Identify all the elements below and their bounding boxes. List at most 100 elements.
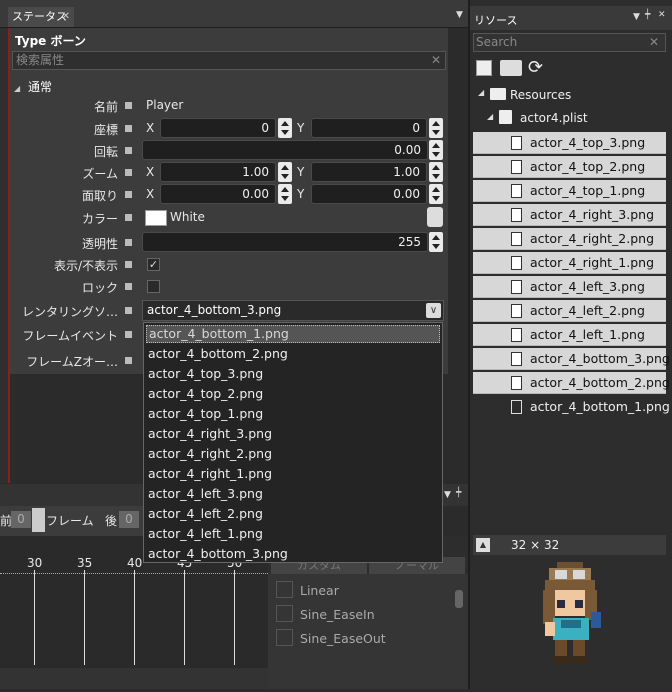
next-frames-input[interactable]: 0 bbox=[119, 511, 139, 528]
dropdown-option[interactable]: actor_4_right_1.png bbox=[148, 464, 272, 484]
zoom-x-spinner[interactable] bbox=[278, 162, 292, 182]
keyframe-icon[interactable] bbox=[125, 191, 132, 198]
dropdown-option[interactable]: actor_4_right_2.png bbox=[148, 444, 272, 464]
collapse-icon[interactable]: ◢ bbox=[14, 84, 20, 93]
frame-label: フレーム bbox=[46, 514, 94, 528]
keyframe-icon[interactable] bbox=[125, 357, 132, 364]
image-file-icon bbox=[511, 256, 522, 270]
pin-icon[interactable]: ┿ bbox=[645, 10, 650, 20]
chevron-down-icon[interactable]: ▼ bbox=[633, 12, 640, 22]
easing-item-linear[interactable]: Linear bbox=[300, 583, 339, 598]
zoom-x-input[interactable]: 1.00 bbox=[160, 162, 276, 182]
position-x-input[interactable]: 0 bbox=[160, 118, 276, 138]
dropdown-option[interactable]: actor_4_bottom_2.png bbox=[148, 344, 288, 364]
resource-file-item[interactable]: actor_4_right_3.png bbox=[473, 204, 666, 226]
resource-file-item[interactable]: actor_4_left_2.png bbox=[473, 300, 666, 322]
resource-file-item[interactable]: actor_4_right_2.png bbox=[473, 228, 666, 250]
color-picker-button[interactable] bbox=[427, 207, 443, 227]
dropdown-option[interactable]: actor_4_bottom_1.png bbox=[146, 325, 440, 343]
resource-search-input[interactable]: Search ✕ bbox=[473, 33, 666, 52]
keyframe-icon[interactable] bbox=[125, 102, 132, 109]
skew-y-input[interactable]: 0.00 bbox=[311, 184, 427, 204]
dropdown-option[interactable]: actor_4_left_2.png bbox=[148, 504, 263, 524]
keyframe-icon[interactable] bbox=[125, 125, 132, 132]
resource-file-item[interactable]: actor_4_bottom_2.png bbox=[473, 372, 670, 394]
clear-icon[interactable]: ✕ bbox=[431, 52, 441, 69]
lock-checkbox[interactable] bbox=[147, 280, 160, 293]
name-value[interactable]: Player bbox=[146, 98, 183, 112]
collapse-icon[interactable]: ▲ bbox=[476, 538, 490, 552]
refresh-icon[interactable]: ⟳ bbox=[528, 57, 543, 78]
resource-file-item[interactable]: actor_4_top_1.png bbox=[473, 180, 666, 202]
prev-frames-input[interactable]: 0 bbox=[11, 511, 31, 528]
keyframe-icon[interactable] bbox=[125, 283, 132, 290]
property-search-input[interactable]: 検索属性 ✕ bbox=[12, 51, 446, 70]
dropdown-option[interactable]: actor_4_left_3.png bbox=[148, 484, 263, 504]
tab-status[interactable]: ステータス ✕ bbox=[8, 7, 74, 27]
easing-item-sine-ease-out[interactable]: Sine_EaseOut bbox=[300, 631, 386, 646]
expand-icon[interactable]: ◢ bbox=[487, 112, 493, 121]
dropdown-option[interactable]: actor_4_right_3.png bbox=[148, 424, 272, 444]
visible-checkbox[interactable]: ✓ bbox=[147, 258, 160, 271]
color-swatch[interactable] bbox=[145, 210, 167, 226]
image-file-icon bbox=[511, 280, 522, 294]
opacity-spinner[interactable] bbox=[429, 232, 443, 252]
keyframe-icon[interactable] bbox=[125, 169, 132, 176]
opacity-input[interactable]: 255 bbox=[142, 232, 428, 252]
next-label: 後 bbox=[105, 514, 118, 528]
file-name: actor_4_top_3.png bbox=[530, 135, 646, 150]
resource-file-item[interactable]: actor_4_right_1.png bbox=[473, 252, 666, 274]
zoom-x-label: X bbox=[146, 165, 155, 179]
rotation-input[interactable]: 0.00 bbox=[142, 140, 428, 160]
resource-file-item[interactable]: actor_4_bottom_3.png bbox=[473, 348, 670, 370]
frame-z-label: フレームZオー… bbox=[26, 355, 118, 369]
position-x-spinner[interactable] bbox=[278, 118, 292, 138]
chevron-down-icon[interactable]: ▼ bbox=[444, 490, 451, 500]
folder-icon[interactable] bbox=[500, 60, 522, 76]
chevron-down-icon[interactable]: ▼ bbox=[456, 10, 463, 20]
dropdown-option[interactable]: actor_4_top_3.png bbox=[148, 364, 263, 384]
keyframe-icon[interactable] bbox=[125, 239, 132, 246]
dropdown-option[interactable]: actor_4_left_1.png bbox=[148, 524, 263, 544]
type-label: Type bbox=[15, 34, 47, 48]
position-y-input[interactable]: 0 bbox=[311, 118, 427, 138]
section-header[interactable]: ◢ 通常 bbox=[14, 78, 52, 95]
close-icon[interactable]: ✕ bbox=[658, 10, 666, 20]
dropdown-option[interactable]: actor_4_bottom_3.png bbox=[148, 544, 288, 564]
keyframe-icon[interactable] bbox=[125, 147, 132, 154]
new-file-icon[interactable] bbox=[476, 60, 492, 76]
render-select[interactable]: actor_4_bottom_3.png ∨ bbox=[142, 300, 444, 321]
easing-item-sine-ease-in[interactable]: Sine_EaseIn bbox=[300, 607, 375, 622]
zoom-y-input[interactable]: 1.00 bbox=[311, 162, 427, 182]
resource-file-item[interactable]: actor_4_top_3.png bbox=[473, 132, 666, 154]
easing-scrollbar[interactable] bbox=[455, 590, 463, 608]
timeline-scrollbar[interactable] bbox=[0, 668, 268, 689]
expand-icon[interactable]: ◢ bbox=[478, 88, 484, 97]
skew-x-spinner[interactable] bbox=[278, 184, 292, 204]
tree-root[interactable]: Resources bbox=[510, 88, 571, 102]
clear-icon[interactable]: ✕ bbox=[649, 34, 659, 51]
skew-y-spinner[interactable] bbox=[429, 184, 443, 204]
chevron-down-icon[interactable]: ∨ bbox=[426, 303, 441, 318]
keyframe-icon[interactable] bbox=[125, 331, 132, 338]
rotation-spinner[interactable] bbox=[429, 140, 443, 160]
render-label: レンタリングソ… bbox=[21, 305, 118, 319]
resource-file-item[interactable]: actor_4_left_1.png bbox=[473, 324, 666, 346]
pin-icon[interactable]: ┿ bbox=[456, 488, 461, 498]
dropdown-option[interactable]: actor_4_top_2.png bbox=[148, 384, 263, 404]
keyframe-icon[interactable] bbox=[125, 307, 132, 314]
resources-title: リソース bbox=[474, 14, 518, 27]
resource-file-item[interactable]: actor_4_bottom_1.png bbox=[473, 396, 670, 418]
skew-x-input[interactable]: 0.00 bbox=[160, 184, 276, 204]
keyframe-icon[interactable] bbox=[125, 261, 132, 268]
tree-plist[interactable]: actor4.plist bbox=[520, 111, 588, 125]
close-icon[interactable]: ✕ bbox=[62, 7, 70, 27]
keyframe-icon[interactable] bbox=[125, 214, 132, 221]
resource-file-item[interactable]: actor_4_left_3.png bbox=[473, 276, 666, 298]
resource-file-item[interactable]: actor_4_top_2.png bbox=[473, 156, 666, 178]
position-y-spinner[interactable] bbox=[429, 118, 443, 138]
prev-frames-spinner[interactable] bbox=[32, 508, 45, 532]
color-value: White bbox=[170, 210, 205, 224]
dropdown-option[interactable]: actor_4_top_1.png bbox=[148, 404, 263, 424]
zoom-y-spinner[interactable] bbox=[429, 162, 443, 182]
